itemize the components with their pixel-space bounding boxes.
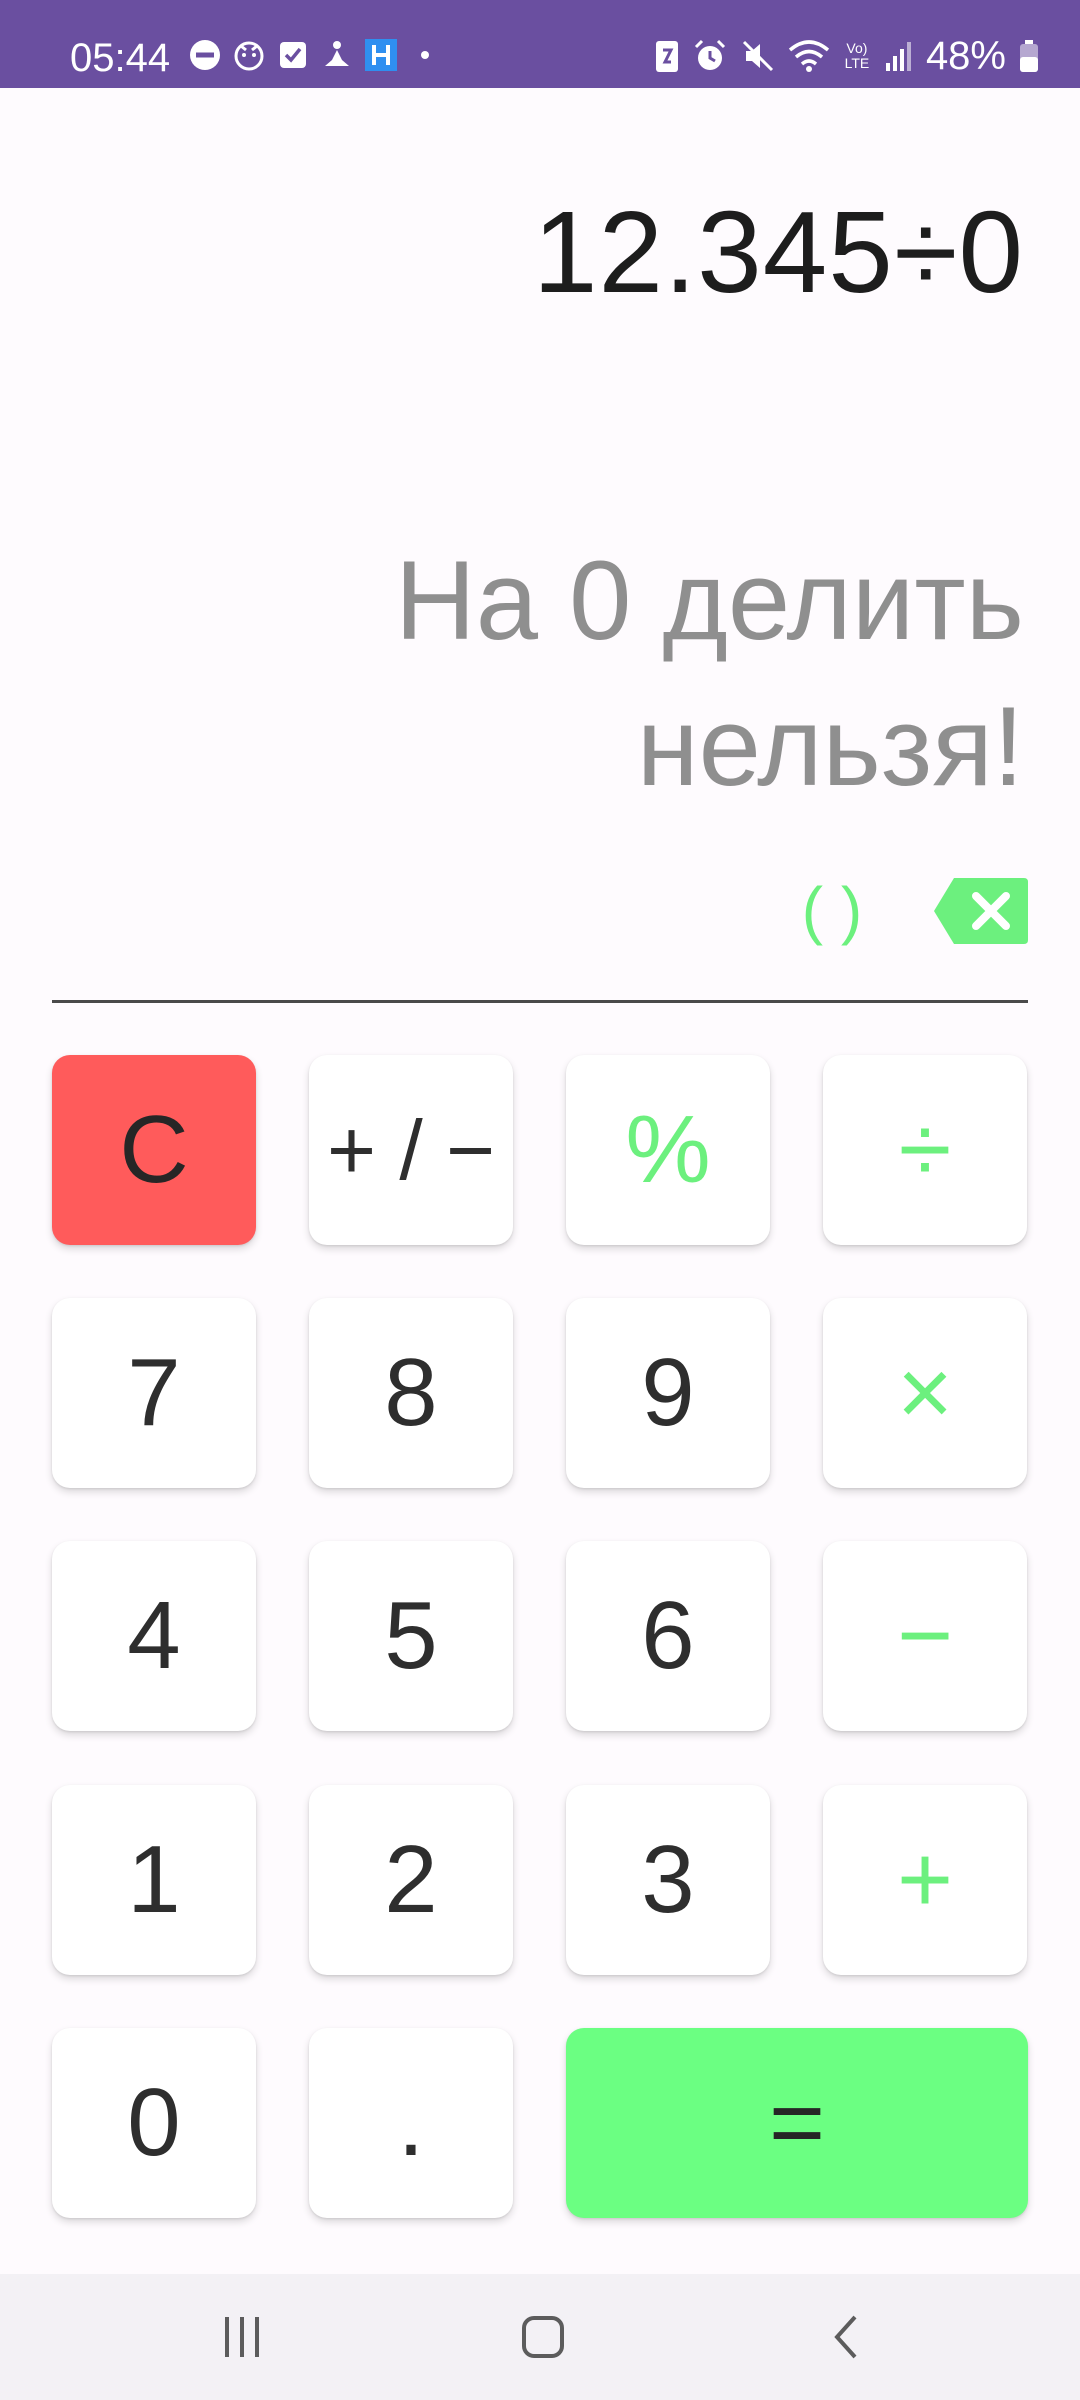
clear-button[interactable]: C bbox=[52, 1055, 256, 1245]
sign-toggle-button[interactable]: + / − bbox=[309, 1055, 513, 1245]
result-line-2: нельзя! bbox=[636, 684, 1024, 809]
home-button[interactable] bbox=[443, 2274, 643, 2400]
result-line-1: На 0 делить bbox=[394, 538, 1024, 663]
wifi-icon bbox=[788, 40, 830, 72]
backspace-button[interactable] bbox=[932, 876, 1030, 946]
do-not-disturb-icon bbox=[190, 40, 220, 70]
parentheses-button[interactable]: ( ) bbox=[796, 870, 868, 950]
status-bar: 05:44 Vo) LTE 48% bbox=[0, 0, 1080, 88]
divide-button[interactable]: ÷ bbox=[823, 1055, 1027, 1245]
battery-percent: 48% bbox=[925, 34, 1006, 78]
backspace-icon bbox=[934, 878, 1028, 944]
recent-apps-icon bbox=[225, 2317, 259, 2357]
signal-icon bbox=[885, 42, 911, 71]
digit-1-button[interactable]: 1 bbox=[52, 1785, 256, 1975]
expression-display: 12.345÷0 bbox=[533, 187, 1024, 317]
digit-9-button[interactable]: 9 bbox=[566, 1298, 770, 1488]
system-status-icons: Vo) LTE 48% bbox=[654, 36, 1040, 76]
digit-2-button[interactable]: 2 bbox=[309, 1785, 513, 1975]
back-button[interactable] bbox=[746, 2274, 946, 2400]
digit-6-button[interactable]: 6 bbox=[566, 1541, 770, 1731]
home-icon bbox=[522, 2316, 564, 2358]
percent-button[interactable]: % bbox=[566, 1055, 770, 1245]
plus-button[interactable]: + bbox=[823, 1785, 1027, 1975]
volte-icon: Vo) LTE bbox=[844, 40, 870, 71]
digit-7-button[interactable]: 7 bbox=[52, 1298, 256, 1488]
notification-icons bbox=[188, 38, 442, 72]
back-icon bbox=[834, 2315, 857, 2359]
digit-0-button[interactable]: 0 bbox=[52, 2028, 256, 2218]
status-time: 05:44 bbox=[70, 36, 171, 80]
alarm-icon bbox=[694, 39, 725, 70]
checkbox-app-icon bbox=[280, 42, 306, 68]
digit-5-button[interactable]: 5 bbox=[309, 1541, 513, 1731]
result-display: На 0 делить нельзя! bbox=[124, 528, 1024, 820]
digit-3-button[interactable]: 3 bbox=[566, 1785, 770, 1975]
meditation-app-icon bbox=[325, 41, 349, 66]
digit-4-button[interactable]: 4 bbox=[52, 1541, 256, 1731]
recent-apps-button[interactable] bbox=[142, 2274, 342, 2400]
divider bbox=[52, 1000, 1028, 1003]
navigation-bar bbox=[0, 2274, 1080, 2400]
digit-8-button[interactable]: 8 bbox=[309, 1298, 513, 1488]
h-app-icon bbox=[365, 39, 397, 71]
minus-button[interactable]: − bbox=[823, 1541, 1027, 1731]
multiply-button[interactable]: × bbox=[823, 1298, 1027, 1488]
decimal-point-button[interactable]: . bbox=[309, 2028, 513, 2218]
battery-icon bbox=[1020, 40, 1038, 72]
mute-icon bbox=[742, 40, 773, 72]
battery-saver-icon bbox=[655, 41, 678, 72]
dot-icon bbox=[421, 51, 429, 59]
face-app-icon bbox=[234, 41, 264, 71]
equals-button[interactable]: = bbox=[566, 2028, 1028, 2218]
